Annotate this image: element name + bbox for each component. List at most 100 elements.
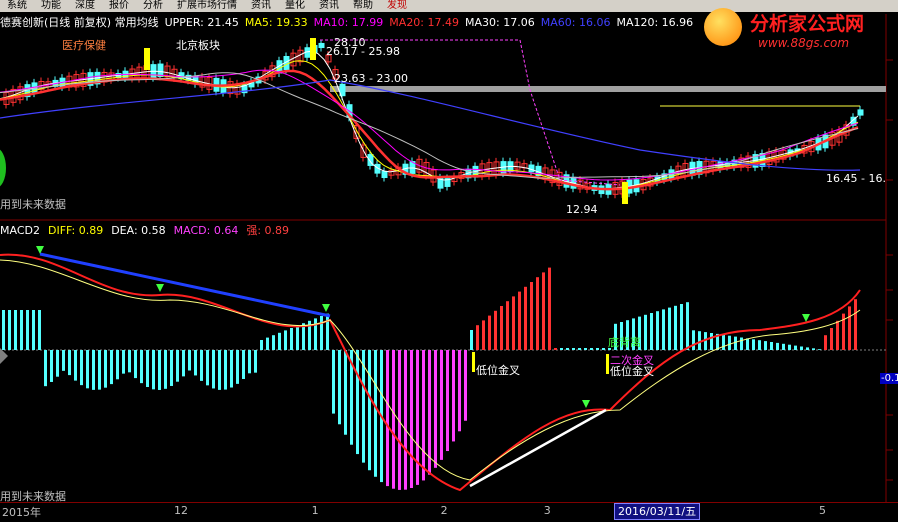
- menu-item-2[interactable]: 深度: [68, 0, 102, 12]
- macd-histogram-bar: [770, 342, 773, 350]
- macd-histogram-bar: [62, 350, 65, 371]
- macd-histogram-bar: [206, 350, 209, 386]
- macd-histogram-bar: [14, 310, 17, 350]
- macd-histogram-bar: [194, 350, 197, 376]
- macd-histogram-bar: [806, 347, 809, 350]
- macd-histogram-bar: [254, 350, 257, 373]
- golden-cross-arrow-icon: [36, 246, 44, 254]
- time-tick: 1: [311, 504, 319, 517]
- macd-histogram-bar: [368, 350, 371, 471]
- macd-histogram-bar: [284, 330, 287, 350]
- macd-histogram-bar: [572, 348, 575, 350]
- macd-histogram-bar: [650, 313, 653, 350]
- macd-histogram-bar: [452, 350, 455, 442]
- macd-histogram-bar: [200, 350, 203, 381]
- macd-histogram-bar: [566, 348, 569, 350]
- highlight-bar: [310, 38, 316, 60]
- sector-label-medical[interactable]: 医疗保健: [62, 37, 106, 53]
- macd-dea: DEA: 0.58: [111, 223, 166, 237]
- macd-histogram-bar: [560, 348, 563, 350]
- highlight-bar: [144, 48, 150, 70]
- macd-histogram-bar: [158, 350, 161, 390]
- highlight-bar: [622, 182, 628, 204]
- macd-histogram-bar: [668, 307, 671, 350]
- macd-histogram-bar: [332, 350, 335, 414]
- macd-histogram-bar: [278, 332, 281, 350]
- chart-canvas[interactable]: [0, 0, 898, 521]
- macd-histogram-bar: [8, 310, 11, 350]
- macd-histogram-bar: [386, 350, 389, 487]
- menu-item-6[interactable]: 资讯: [244, 0, 278, 12]
- menu-item-7[interactable]: 量化: [278, 0, 312, 12]
- macd-histogram-bar: [266, 337, 269, 350]
- macd-strong: 强: 0.89: [246, 224, 290, 237]
- macd-histogram-bar: [440, 350, 443, 460]
- signal-marker-bar: [472, 352, 475, 372]
- macd-histogram-bar: [212, 350, 215, 389]
- macd-histogram-bar: [746, 338, 749, 350]
- macd-name[interactable]: MACD2: [0, 224, 40, 237]
- bottom-trend-line: [469, 408, 607, 488]
- macd-histogram-bar: [500, 306, 503, 350]
- macd-histogram-bar: [182, 350, 185, 377]
- ma60-value: MA60: 16.06: [540, 15, 611, 29]
- menu-item-0[interactable]: 系统: [0, 0, 34, 12]
- menu-item-1[interactable]: 功能: [34, 0, 68, 12]
- upper-band-line: [320, 39, 621, 186]
- macd-histogram-bar: [776, 342, 779, 350]
- macd-histogram-bar: [752, 339, 755, 350]
- menu-item-5[interactable]: 扩展市场行情: [170, 0, 244, 12]
- menu-item-4[interactable]: 分析: [136, 0, 170, 12]
- expand-arrow-icon[interactable]: [0, 348, 8, 364]
- macd-histogram-bar: [122, 350, 125, 374]
- macd-histogram-bar: [782, 343, 785, 350]
- macd-histogram-bar: [554, 348, 557, 350]
- macd-histogram-bar: [26, 310, 29, 350]
- macd-histogram-bar: [602, 348, 605, 350]
- macd-histogram-bar: [110, 350, 113, 385]
- macd-histogram-bar: [32, 310, 35, 350]
- macd-histogram-bar: [674, 305, 677, 350]
- macd-histogram-bar: [824, 335, 827, 350]
- menu-item-10[interactable]: 发现: [380, 0, 414, 12]
- macd-histogram-bar: [248, 350, 251, 374]
- macd-histogram-bar: [2, 310, 5, 350]
- time-tick: 2015年: [2, 506, 41, 519]
- macd-histogram-bar: [818, 349, 821, 350]
- macd-histogram-bar: [578, 348, 581, 350]
- macd-histogram-bar: [140, 350, 143, 384]
- macd-histogram-bar: [458, 350, 461, 432]
- macd-histogram-bar: [536, 277, 539, 350]
- macd-histogram-bar: [758, 340, 761, 350]
- golden-cross-arrow-icon: [322, 304, 330, 312]
- ma60-line: [0, 79, 861, 171]
- signal-marker-bar: [606, 354, 609, 374]
- macd-histogram-bar: [272, 335, 275, 350]
- macd-histogram-bar: [476, 325, 479, 350]
- site-watermark: 分析家公式网 www.88gs.com: [700, 4, 896, 54]
- macd-histogram-bar: [656, 311, 659, 350]
- time-tick: 12: [174, 504, 188, 517]
- divergence-trend-line: [39, 252, 331, 318]
- macd-histogram-bar: [224, 350, 227, 390]
- menu-item-8[interactable]: 资讯: [312, 0, 346, 12]
- menu-item-3[interactable]: 报价: [102, 0, 136, 12]
- macd-header: MACD2 DIFF: 0.89 DEA: 0.58 MACD: 0.64 强:…: [0, 222, 297, 238]
- macd-histogram-bar: [734, 336, 737, 350]
- macd-histogram-bar: [590, 348, 593, 350]
- sector-label-beijing[interactable]: 北京板块: [176, 37, 220, 53]
- macd-histogram-bar: [50, 350, 53, 382]
- macd-diff: DIFF: 0.89: [47, 223, 104, 237]
- macd-histogram-bar: [86, 350, 89, 389]
- macd-histogram-bar: [698, 331, 701, 350]
- macd-histogram-bar: [644, 314, 647, 350]
- candle-body: [318, 42, 325, 49]
- golden-cross-arrow-icon: [582, 400, 590, 408]
- macd-value: MACD: 0.64: [173, 223, 239, 237]
- right-axis-value: -0.1: [880, 373, 898, 384]
- price-range-label-1: 26.17 - 25.98: [326, 45, 400, 58]
- menu-item-9[interactable]: 帮助: [346, 0, 380, 12]
- macd-histogram-bar: [134, 350, 137, 379]
- macd-histogram-bar: [482, 320, 485, 350]
- macd-histogram-bar: [446, 350, 449, 452]
